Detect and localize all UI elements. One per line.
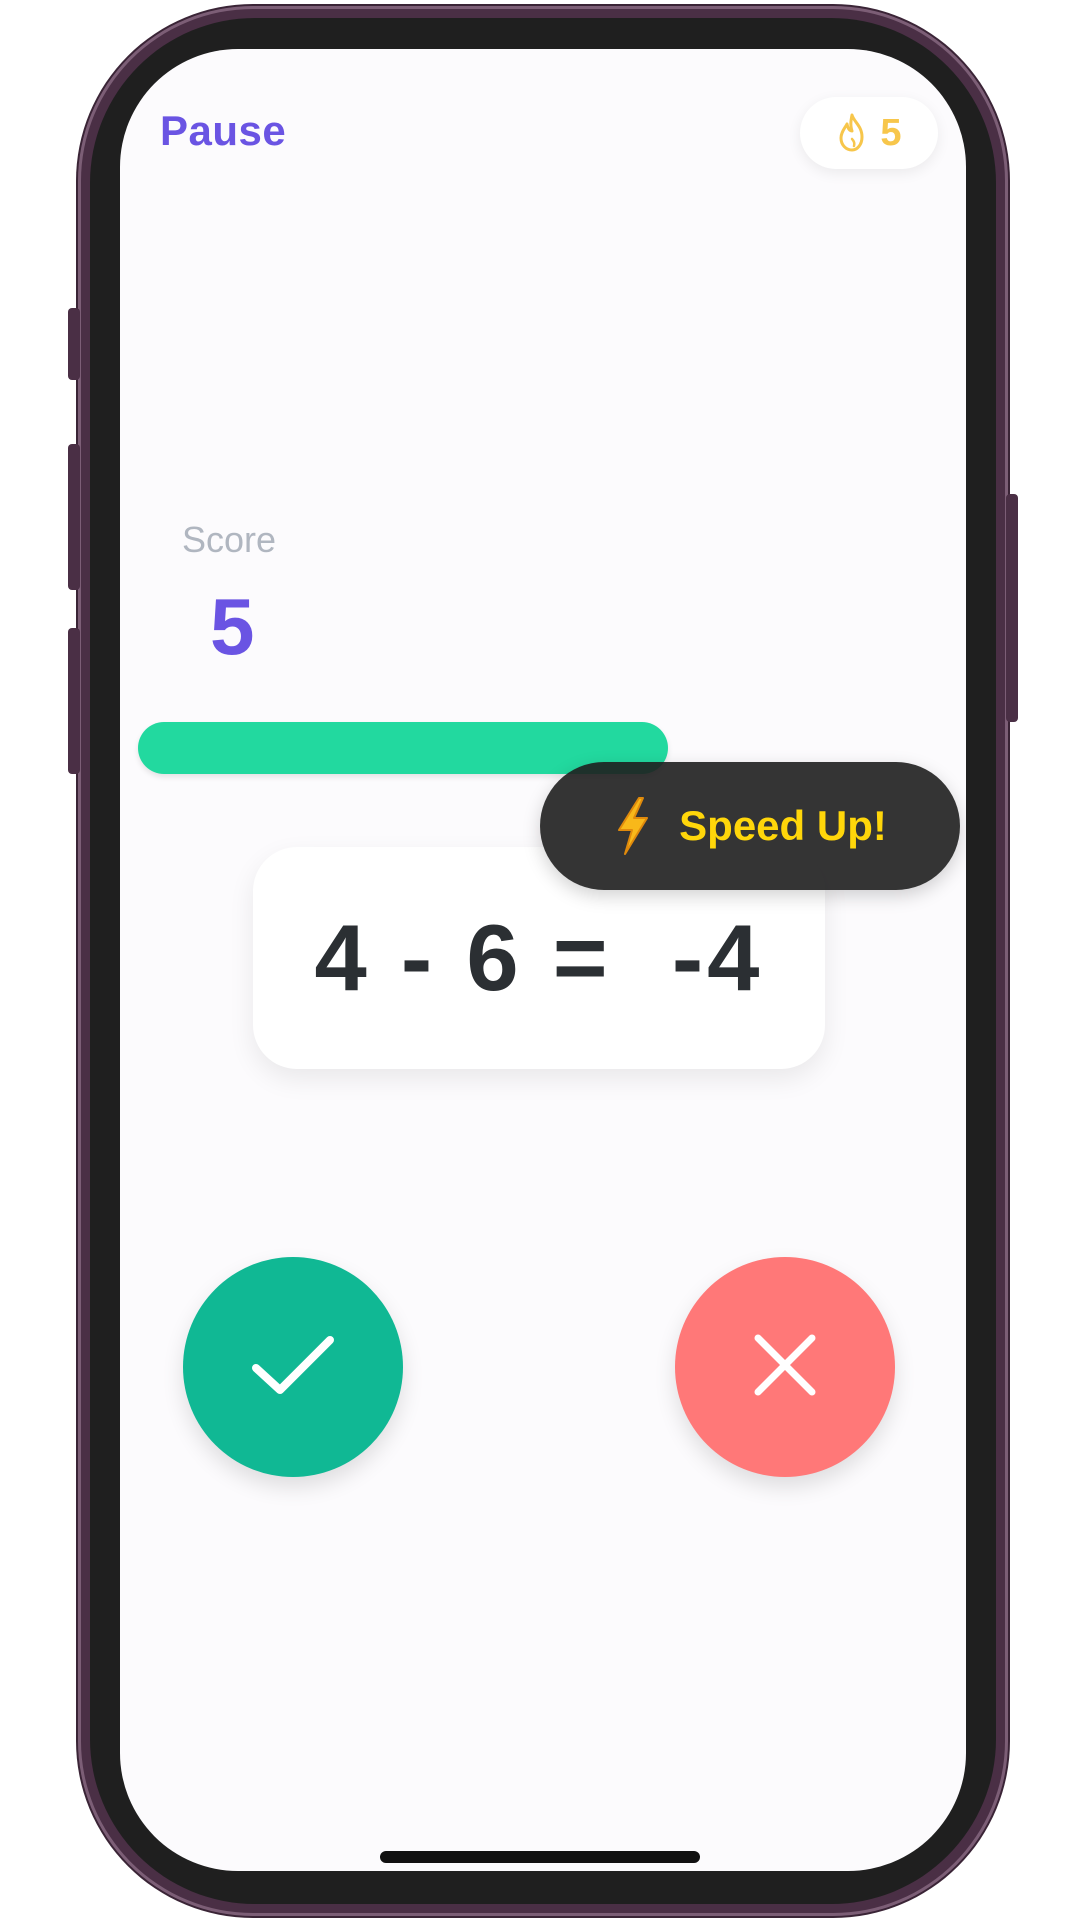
equation-text: 4 - 6 = -4 [314,905,764,1010]
speed-up-toast: Speed Up! [540,762,960,890]
action-button [68,308,80,380]
home-indicator[interactable] [380,1851,700,1863]
close-icon [750,1330,820,1405]
checkmark-icon [248,1330,338,1405]
power-button [1006,494,1018,722]
streak-count: 5 [880,111,902,154]
volume-up-button [68,444,80,590]
streak-badge: 5 [800,97,938,169]
wrong-button[interactable] [675,1257,895,1477]
correct-button[interactable] [183,1257,403,1477]
lightning-icon [613,796,653,856]
flame-icon [836,113,868,153]
score-label: Score [182,519,277,560]
app-screen: Pause 5 Score 5 4 - 6 = -4 Speed Up! [120,49,966,1871]
toast-text: Speed Up! [679,802,887,849]
volume-down-button [68,628,80,774]
pause-button[interactable]: Pause [160,107,286,155]
score-value: 5 [210,582,255,671]
